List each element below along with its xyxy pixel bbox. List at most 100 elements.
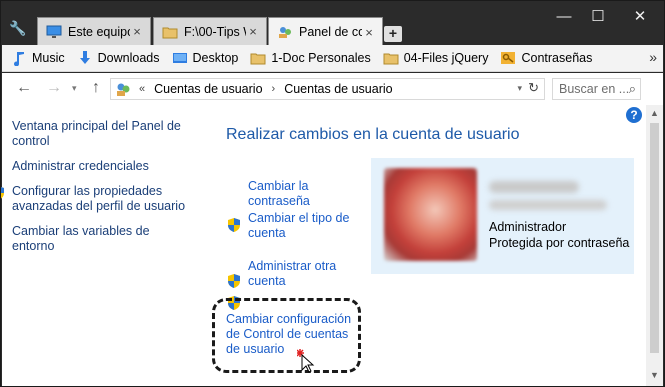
link-line: entorno xyxy=(12,239,55,253)
task-label: Administrar otra cuenta xyxy=(248,259,336,289)
link-label: Administrar credenciales xyxy=(12,159,149,174)
music-note-icon xyxy=(14,52,24,66)
maximize-button[interactable]: ☐ xyxy=(583,7,613,27)
link-line: Administrar credenciales xyxy=(12,159,149,173)
bookmark-files-jquery[interactable]: 04-Files jQuery xyxy=(383,50,489,66)
tab-label: F:\00-Tips W xyxy=(184,24,246,39)
back-arrow-icon[interactable]: ← xyxy=(16,79,32,97)
link-label: Ventana principal del Panel de control xyxy=(12,119,181,149)
breadcrumb-overflow[interactable]: « xyxy=(139,83,145,95)
link-label: Cambiar las variables de entorno xyxy=(12,224,150,254)
download-arrow-icon xyxy=(79,51,90,64)
task-cambiar-tipo-cuenta[interactable]: Cambiar el tipo de cuenta xyxy=(226,211,366,241)
breadcrumb-separator[interactable]: › xyxy=(272,83,276,95)
link-line: avanzadas del perfil de usuario xyxy=(12,199,186,213)
link-line: Ventana principal del Panel de xyxy=(12,119,181,133)
link-panel-principal[interactable]: Ventana principal del Panel de control xyxy=(12,119,202,149)
user-account-panel: Administrador Protegida por contraseña xyxy=(371,158,634,274)
avatar xyxy=(384,168,477,261)
help-icon[interactable]: ? xyxy=(626,107,642,123)
bookmark-desktop[interactable]: Desktop xyxy=(172,50,239,66)
link-line: Cambiar las variables de xyxy=(12,224,150,238)
task-line: contraseña xyxy=(248,194,310,208)
tab-label: Panel de cor xyxy=(299,25,362,39)
bookmark-label: Contraseñas xyxy=(521,51,593,65)
bookmark-label: Desktop xyxy=(192,51,239,65)
monitor-icon xyxy=(46,25,62,38)
address-bar[interactable]: « Cuentas de usuario › Cuentas de usuari… xyxy=(110,78,545,100)
bookmark-label: 04-Files jQuery xyxy=(403,51,489,65)
link-line: control xyxy=(12,134,50,148)
breadcrumb-cuentas-de-usuario-parent[interactable]: Cuentas de usuario xyxy=(154,82,262,96)
tab-tips[interactable]: F:\00-Tips W × xyxy=(153,17,267,45)
key-folder-icon xyxy=(501,52,516,64)
control-panel-icon xyxy=(279,27,291,38)
link-label: Configurar las propiedades avanzadas del… xyxy=(12,184,185,214)
uac-shield-icon xyxy=(228,274,240,288)
title-bar: 🔧 Este equipo × F:\00-Tips W × Panel de … xyxy=(1,1,664,46)
link-variables-entorno[interactable]: Cambiar las variables de entorno xyxy=(12,224,202,254)
minimize-button[interactable]: — xyxy=(549,7,579,27)
forward-arrow-icon[interactable]: → xyxy=(46,79,62,97)
scroll-down-icon[interactable]: ▼ xyxy=(650,370,659,380)
close-icon[interactable]: × xyxy=(246,24,260,39)
refresh-icon[interactable]: ↻ xyxy=(528,80,539,96)
search-icon: ⌕ xyxy=(628,81,636,96)
task-cambiar-contrasena[interactable]: Cambiar la contraseña xyxy=(248,179,366,209)
task-line: Administrar otra xyxy=(248,259,337,273)
task-line: Cambiar la xyxy=(248,179,309,193)
bookmarks-bar: Music Downloads Desktop 1-Doc Personales… xyxy=(2,45,663,72)
task-label: Cambiar la contraseña xyxy=(248,179,310,209)
scroll-thumb[interactable] xyxy=(650,123,659,353)
task-label: Cambiar el tipo de cuenta xyxy=(248,211,349,241)
click-cursor-icon xyxy=(297,349,315,373)
control-panel-icon xyxy=(117,83,130,96)
vertical-scrollbar[interactable]: ▲ ▼ xyxy=(646,105,663,386)
close-icon[interactable]: × xyxy=(362,25,376,40)
navigation-bar: ← → ▾ ↑ « Cuentas de usuario › Cuentas d… xyxy=(2,73,663,105)
bookmark-label: 1-Doc Personales xyxy=(271,51,371,65)
search-input[interactable]: Buscar en ... ⌕ xyxy=(552,78,641,100)
task-administrar-otra-cuenta[interactable]: Administrar otra cuenta xyxy=(226,259,366,289)
close-window-button[interactable]: ✕ xyxy=(625,7,655,27)
task-line: Cambiar el tipo de xyxy=(248,211,350,225)
uac-shield-icon xyxy=(228,218,240,232)
scroll-up-icon[interactable]: ▲ xyxy=(650,108,659,118)
bookmarks-overflow-button[interactable]: » xyxy=(649,49,657,65)
link-propiedades-perfil[interactable]: Configurar las propiedades avanzadas del… xyxy=(1,184,202,214)
recent-locations-dropdown-icon[interactable]: ▾ xyxy=(72,83,77,94)
bookmark-contrasenas[interactable]: Contraseñas xyxy=(500,50,592,66)
uac-shield-icon xyxy=(1,187,4,199)
highlight-annotation xyxy=(212,298,361,373)
new-tab-button[interactable]: + xyxy=(384,26,402,42)
bookmark-label: Downloads xyxy=(97,51,160,65)
close-icon[interactable]: × xyxy=(130,24,144,39)
folder-icon xyxy=(383,53,399,65)
blurred-user-name xyxy=(489,181,579,193)
wrench-icon[interactable]: 🔧 xyxy=(9,19,27,37)
left-navigation: Ventana principal del Panel de control A… xyxy=(1,119,202,264)
bookmark-downloads[interactable]: Downloads xyxy=(77,50,160,66)
user-status: Protegida por contraseña xyxy=(489,236,630,250)
link-administrar-credenciales[interactable]: Administrar credenciales xyxy=(12,159,202,174)
page-title: Realizar cambios en la cuenta de usuario xyxy=(226,126,520,143)
bookmark-doc-personales[interactable]: 1-Doc Personales xyxy=(250,50,371,66)
link-line: Configurar las propiedades xyxy=(12,184,163,198)
up-arrow-icon[interactable]: ↑ xyxy=(92,79,100,97)
bookmark-label: Music xyxy=(32,51,65,65)
tab-label: Este equipo xyxy=(68,24,130,39)
browser-window: 🔧 Este equipo × F:\00-Tips W × Panel de … xyxy=(0,0,665,387)
bookmark-music[interactable]: Music xyxy=(11,50,65,66)
address-dropdown-icon[interactable]: ▾ xyxy=(517,83,522,94)
task-line: cuenta xyxy=(248,226,286,240)
task-line: cuenta xyxy=(248,274,286,288)
desktop-icon xyxy=(172,53,187,63)
folder-icon xyxy=(250,53,266,65)
user-role: Administrador xyxy=(489,220,567,234)
folder-icon xyxy=(162,27,178,38)
blurred-user-email xyxy=(489,200,607,210)
tab-panel-de-control[interactable]: Panel de cor × xyxy=(268,17,383,46)
search-placeholder: Buscar en ... xyxy=(559,82,630,96)
tab-este-equipo[interactable]: Este equipo × xyxy=(37,17,151,45)
breadcrumb-cuentas-de-usuario[interactable]: Cuentas de usuario xyxy=(284,82,392,96)
